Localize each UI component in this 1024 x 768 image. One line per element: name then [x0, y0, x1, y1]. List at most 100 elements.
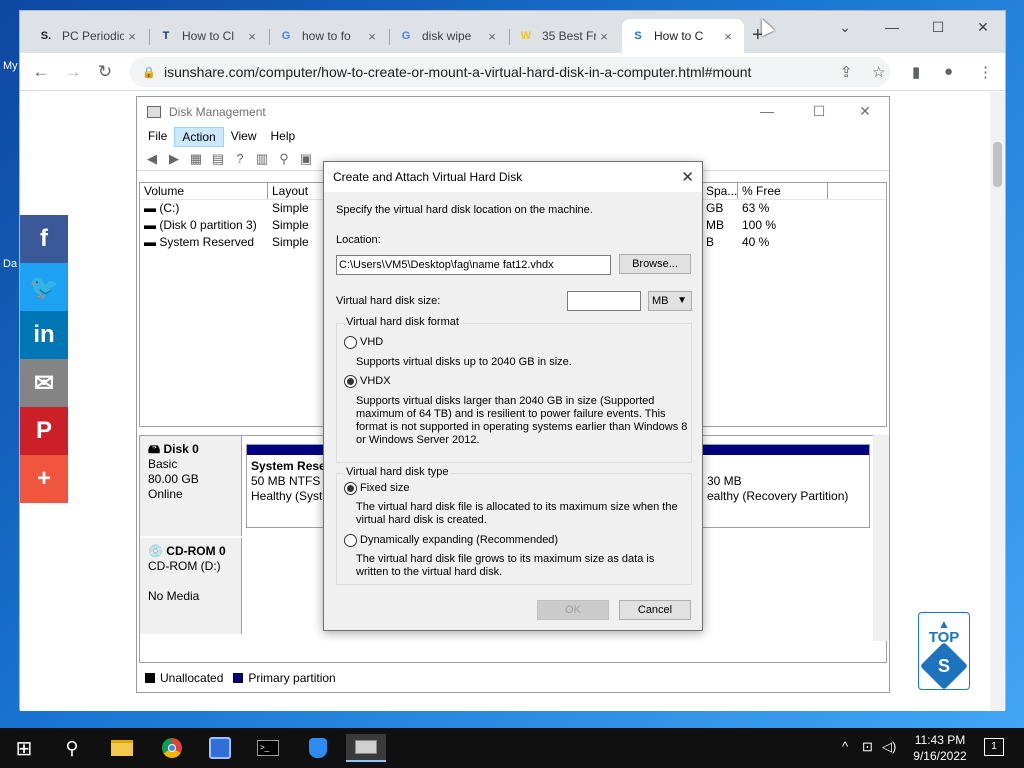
size-input[interactable] [567, 291, 641, 311]
tab-close-icon[interactable]: × [124, 29, 140, 44]
disk-management-taskbar-icon[interactable] [346, 734, 386, 762]
dynamic-radio[interactable] [344, 534, 357, 547]
browser-tab[interactable]: G how to fo × [270, 19, 388, 53]
maximize-button[interactable]: ☐ [923, 19, 953, 36]
ok-button[interactable]: OK [537, 600, 609, 620]
menu-action[interactable]: Action [174, 127, 224, 147]
vhdx-radio[interactable] [344, 375, 357, 388]
column-volume[interactable]: Volume [140, 183, 268, 199]
disk-view-scrollbar[interactable] [873, 435, 889, 641]
tab-close-icon[interactable]: × [596, 29, 612, 44]
start-button[interactable]: ⊞ [4, 734, 44, 762]
tab-close-icon[interactable]: × [244, 29, 260, 44]
pinterest-icon[interactable]: P [20, 407, 68, 455]
disk-management-titlebar: Disk Management — ☐ ✕ [137, 97, 889, 127]
partition-system-reserved[interactable]: System Reser 50 MB NTFS Healthy (Syste [246, 444, 326, 528]
chrome-menu-icon[interactable]: ⋮ [978, 63, 993, 81]
minimize-button[interactable]: — [877, 19, 907, 35]
disk-0-label[interactable]: 🖴 Disk 0 Basic 80.00 GB Online [140, 436, 242, 536]
vhd-label[interactable]: VHD [360, 336, 383, 349]
browser-tab[interactable]: S. PC Periodic × [30, 19, 148, 53]
cdrom-0-label[interactable]: 💿 CD-ROM 0 CD-ROM (D:) No Media [140, 538, 242, 634]
side-panel-icon[interactable]: ▮ [912, 63, 920, 81]
forward-arrow-icon[interactable]: ▶ [165, 151, 183, 167]
search-button[interactable]: ⚲ [52, 734, 92, 762]
app-icon[interactable] [298, 734, 338, 762]
close-window-button[interactable]: ✕ [968, 19, 998, 36]
close-button[interactable]: ✕ [845, 103, 885, 120]
terminal-icon[interactable]: >_ [248, 734, 288, 762]
tab-title: How to Cl [182, 29, 235, 43]
browser-tab[interactable]: T How to Cl × [150, 19, 268, 53]
email-icon[interactable]: ✉ [20, 359, 68, 407]
settings-icon[interactable]: ▣ [297, 151, 315, 167]
help-icon[interactable]: ? [231, 151, 249, 167]
browser-tab[interactable]: W 35 Best Fr × [510, 19, 620, 53]
column-free-space[interactable]: Spa... [702, 183, 738, 199]
more-icon[interactable]: + [20, 455, 68, 503]
browser-tab-active[interactable]: S How to C × [622, 19, 744, 53]
close-icon[interactable]: ✕ [681, 168, 694, 186]
volume-layout: Simple [272, 235, 309, 249]
system-clock[interactable]: 11:43 PM 9/16/2022 [904, 732, 976, 764]
disk-type: CD-ROM (D:) [148, 559, 221, 573]
twitter-icon[interactable]: 🐦 [20, 263, 68, 311]
browse-button[interactable]: Browse... [619, 254, 691, 274]
location-input[interactable]: C:\Users\VM5\Desktop\fag\name fat12.vhdx [336, 255, 611, 275]
list-view-icon[interactable]: ▤ [209, 151, 227, 167]
fixed-size-label[interactable]: Fixed size [360, 482, 410, 495]
share-icon[interactable]: ⇪ [840, 63, 853, 81]
disk-status: Online [148, 487, 183, 501]
clock-time: 11:43 PM [914, 733, 966, 747]
vhd-radio[interactable] [344, 336, 357, 349]
properties-icon[interactable]: ▥ [253, 151, 271, 167]
tab-close-icon[interactable]: × [364, 29, 380, 44]
scrollbar-thumb[interactable] [993, 142, 1002, 187]
back-arrow-icon[interactable]: ◀ [143, 151, 161, 167]
search-icon[interactable]: ⚲ [275, 151, 293, 167]
minimize-button[interactable]: — [747, 103, 787, 119]
browser-tab[interactable]: G disk wipe × [390, 19, 508, 53]
legend-label: Unallocated [160, 671, 224, 685]
chrome-icon[interactable] [152, 734, 192, 762]
menu-help[interactable]: Help [264, 127, 303, 147]
maximize-button[interactable]: ☐ [799, 103, 839, 120]
address-bar[interactable]: 🔒 isunshare.com/computer/how-to-create-o… [130, 57, 890, 87]
tab-title: How to C [654, 29, 704, 43]
volume-layout: Simple [272, 218, 309, 232]
file-explorer-icon[interactable] [102, 734, 142, 762]
fixed-size-radio[interactable] [344, 482, 357, 495]
bookmark-star-icon[interactable]: ☆ [872, 63, 885, 81]
reload-button[interactable]: ↻ [94, 61, 116, 83]
notification-icon[interactable]: 1 [984, 738, 1004, 756]
menu-view[interactable]: View [224, 127, 264, 147]
vhdx-label[interactable]: VHDX [360, 375, 391, 388]
partition-recovery[interactable]: 30 MB ealthy (Recovery Partition) [702, 444, 870, 528]
tab-title: disk wipe [422, 29, 472, 43]
column-layout[interactable]: Layout [268, 183, 324, 199]
cancel-button[interactable]: Cancel [619, 600, 691, 620]
dynamic-label[interactable]: Dynamically expanding (Recommended) [360, 534, 558, 547]
facebook-icon[interactable]: f [20, 215, 68, 263]
tray-chevron-icon[interactable]: ^ [842, 739, 848, 754]
legend-swatch [233, 673, 244, 683]
tab-close-icon[interactable]: × [720, 29, 736, 44]
volume-icon[interactable]: ◁) [882, 739, 896, 755]
tab-close-icon[interactable]: × [484, 29, 500, 44]
size-unit-select[interactable]: MB ▼ [648, 291, 692, 311]
profile-avatar-icon[interactable]: ● [944, 63, 953, 80]
column-percent-free[interactable]: % Free [738, 183, 828, 199]
forward-button[interactable]: → [62, 61, 84, 83]
tab-search-icon[interactable]: ⌄ [830, 19, 860, 36]
page-scrollbar[interactable] [990, 92, 1005, 711]
back-button[interactable]: ← [30, 61, 52, 83]
taskbar: ⊞ ⚲ >_ ^ ⊡ ◁) 11:43 PM 9/16/2022 1 [0, 728, 1024, 768]
grid-view-icon[interactable]: ▦ [187, 151, 205, 167]
browser-toolbar: ← → ↻ 🔒 isunshare.com/computer/how-to-cr… [20, 53, 1005, 91]
location-label: Location: [336, 234, 381, 246]
back-to-top-button[interactable]: ▲ TOP S [918, 612, 970, 691]
menu-file[interactable]: File [141, 127, 174, 147]
linkedin-icon[interactable]: in [20, 311, 68, 359]
vm-tool-icon[interactable] [200, 734, 240, 762]
network-icon[interactable]: ⊡ [862, 739, 873, 755]
